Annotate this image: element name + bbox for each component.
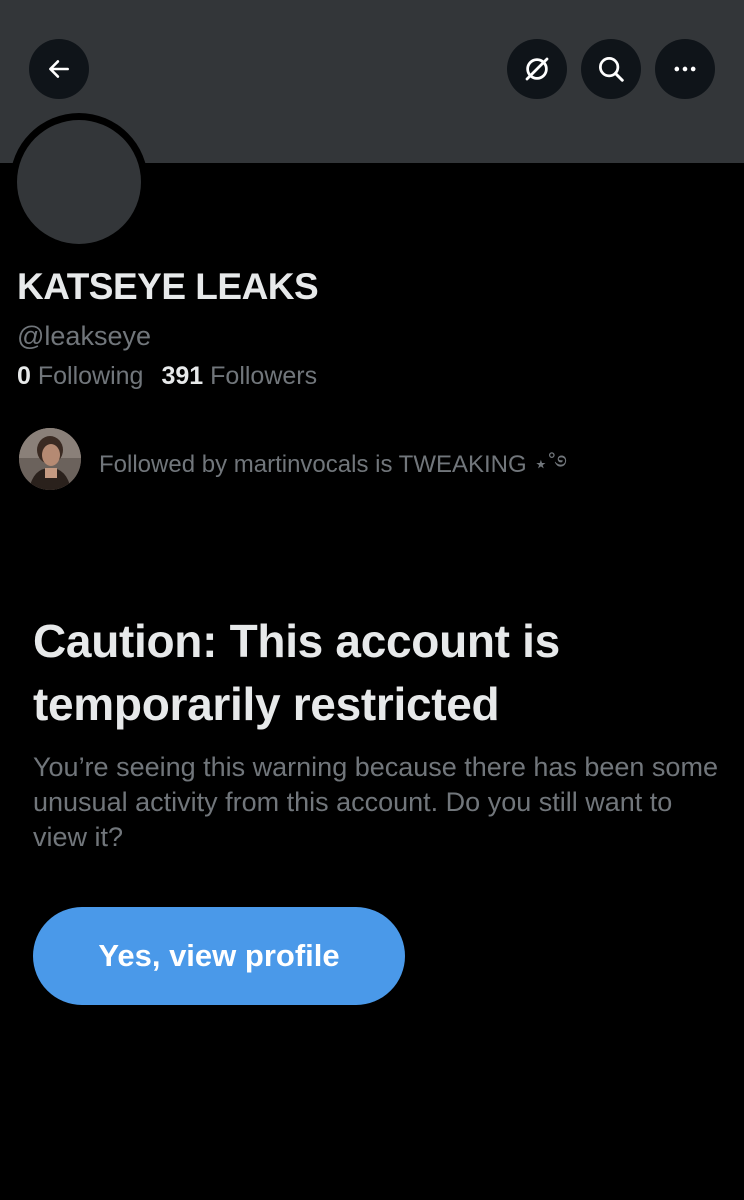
handle: @leakseye xyxy=(17,321,151,351)
more-button[interactable] xyxy=(655,39,715,99)
grok-button[interactable] xyxy=(507,39,567,99)
more-horizontal-icon xyxy=(671,55,699,83)
warning-title: Caution: This account is temporarily res… xyxy=(33,615,560,730)
following-label: Following xyxy=(37,362,144,390)
arrow-left-icon xyxy=(46,56,72,82)
following-link[interactable]: 0 Following xyxy=(17,362,143,390)
back-button[interactable] xyxy=(29,39,89,99)
search-icon xyxy=(596,54,626,84)
following-count: 0 xyxy=(17,362,31,390)
search-button[interactable] xyxy=(581,39,641,99)
warning-body: You’re seeing this warning because there… xyxy=(33,752,718,852)
followers-label: Followers xyxy=(210,362,318,390)
profile-avatar[interactable] xyxy=(17,120,141,244)
view-profile-button[interactable]: Yes, view profile xyxy=(33,907,405,1005)
followers-count: 391 xyxy=(161,362,204,390)
followed-by-avatar[interactable] xyxy=(19,428,81,490)
followed-by-text[interactable]: Followed by martinvocals is TWEAKING ⋆˚࿔ xyxy=(99,438,567,505)
follow-stats: 0 Following 391 Followers xyxy=(17,362,317,391)
followers-link[interactable]: 391 Followers xyxy=(161,362,317,390)
display-name: KATSEYE LEAKS xyxy=(17,266,319,307)
grok-icon xyxy=(522,54,552,84)
